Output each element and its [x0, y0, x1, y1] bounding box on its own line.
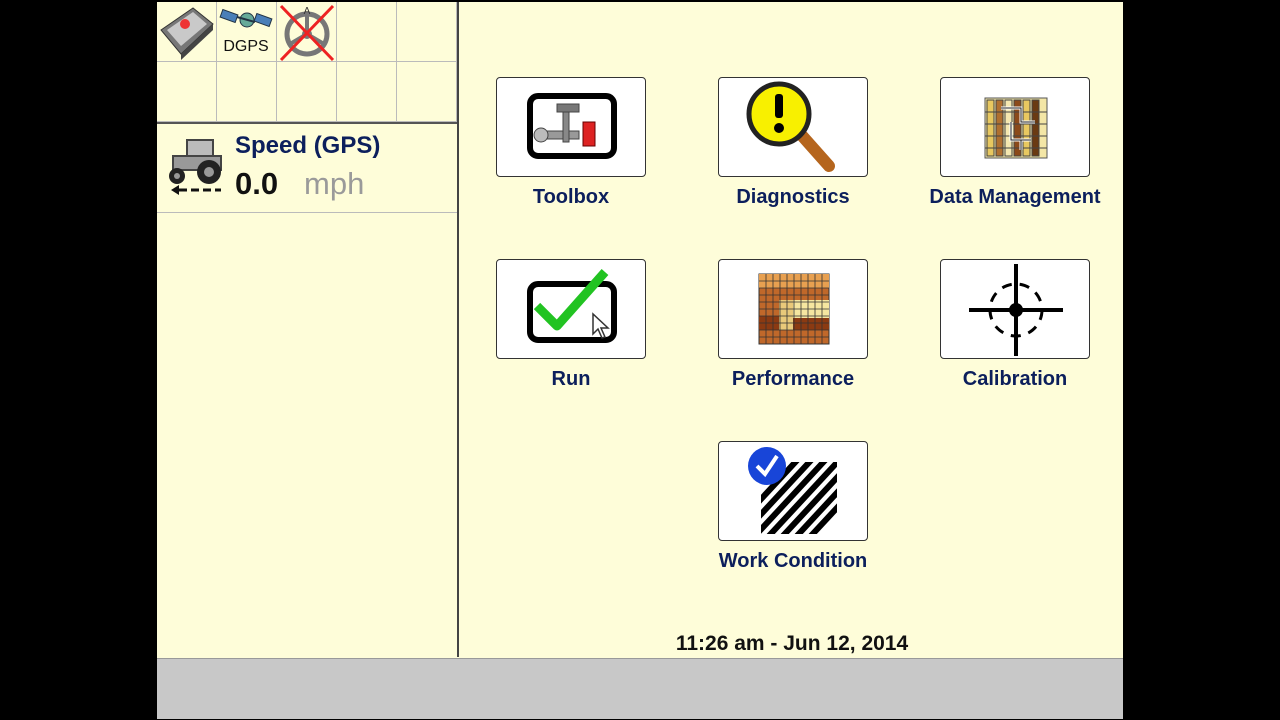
calibration-crosshair-icon: [969, 264, 1063, 356]
toolbox-button[interactable]: [496, 77, 646, 177]
status-cell-empty: [277, 62, 337, 122]
dgps-label: DGPS: [223, 38, 269, 55]
speed-readout[interactable]: Speed (GPS) 0.0 mph: [157, 124, 457, 213]
data-management-button[interactable]: [940, 77, 1090, 177]
diagnostics-label: Diagnostics: [736, 186, 850, 208]
status-cell-empty: [397, 2, 457, 62]
left-panel: DGPS A Speed (GPS) 0.0 mph: [157, 2, 459, 657]
run-checkmark-icon: [527, 269, 617, 343]
performance-button[interactable]: [718, 259, 868, 359]
autosteer-disabled-icon: A: [279, 4, 335, 62]
date-time: 11:26 am - Jun 12, 2014: [675, 632, 909, 655]
status-cell-empty: [217, 62, 277, 122]
satellite-icon: [219, 8, 273, 28]
status-cell-autosteer[interactable]: A: [277, 2, 337, 62]
status-cell-empty: [397, 62, 457, 122]
work-condition-label: Work Condition: [718, 550, 868, 572]
run-button[interactable]: [496, 259, 646, 359]
status-cell-empty: [337, 62, 397, 122]
status-icon-grid: DGPS A: [157, 2, 457, 124]
performance-icon: [758, 273, 830, 345]
status-cell-dgps[interactable]: DGPS: [217, 2, 277, 62]
calibration-button[interactable]: [940, 259, 1090, 359]
status-cell-empty: [337, 2, 397, 62]
data-management-icon: [984, 97, 1048, 159]
status-cell-empty: [157, 62, 217, 122]
speed-value: 0.0: [235, 166, 279, 201]
data-management-label: Data Management: [929, 186, 1101, 208]
work-condition-icon: [748, 447, 837, 534]
speed-unit: mph: [304, 166, 365, 201]
toolbox-label: Toolbox: [532, 186, 610, 208]
toolbox-icon: [527, 93, 617, 159]
svg-text:A: A: [304, 6, 311, 17]
calibration-label: Calibration: [962, 368, 1068, 390]
display-unit-icon: [160, 7, 214, 60]
bottom-bar: [157, 658, 1123, 719]
speed-label: Speed (GPS): [235, 132, 381, 159]
status-cell-display[interactable]: [157, 2, 217, 62]
performance-label: Performance: [731, 368, 855, 390]
diagnostics-button[interactable]: [718, 77, 868, 177]
run-label: Run: [551, 368, 591, 390]
diagnostics-icon: [746, 81, 835, 172]
work-condition-button[interactable]: [718, 441, 868, 541]
tractor-icon: [169, 139, 222, 195]
display-screen: DGPS A Speed (GPS) 0.0 mph Toolbox Diagn…: [157, 2, 1123, 719]
